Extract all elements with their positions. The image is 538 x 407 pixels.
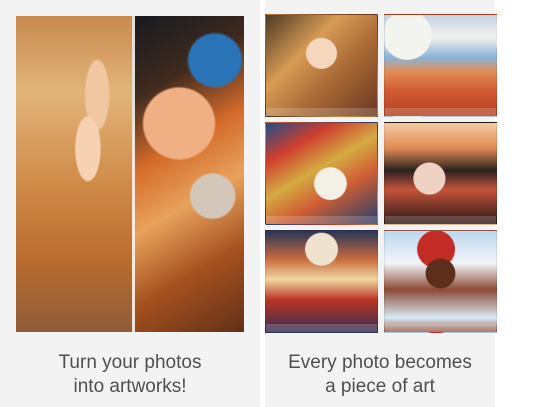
tile-overlay (266, 216, 377, 224)
right-caption-line-2: a piece of art (325, 376, 435, 397)
artwork-tile-portrait (265, 14, 378, 117)
tile-overlay (266, 324, 377, 332)
split-divider (132, 16, 135, 332)
tile-overlay (385, 324, 496, 332)
left-caption-line-2: into artworks! (73, 376, 187, 397)
right-caption-line-1: Every photo becomes (288, 352, 472, 373)
artwork-tile-rocks (384, 122, 497, 225)
tile-overlay (385, 108, 496, 116)
tile-overlay (385, 216, 496, 224)
original-photo-half (16, 16, 132, 332)
artwork-tile-boat (265, 122, 378, 225)
artwork-tile-street (265, 230, 378, 333)
left-caption: Turn your photos into artworks! (0, 351, 260, 399)
artwork-filter-half (132, 16, 244, 332)
right-promo-panel: Every photo becomes a piece of art (265, 0, 497, 407)
artwork-tile-smile (384, 230, 497, 333)
left-caption-line-1: Turn your photos (58, 352, 202, 373)
artwork-tile-field (384, 14, 497, 117)
left-promo-panel: Turn your photos into artworks! (0, 0, 260, 407)
before-after-portrait (16, 16, 244, 332)
tile-overlay (266, 108, 377, 116)
right-caption: Every photo becomes a piece of art (265, 351, 495, 399)
